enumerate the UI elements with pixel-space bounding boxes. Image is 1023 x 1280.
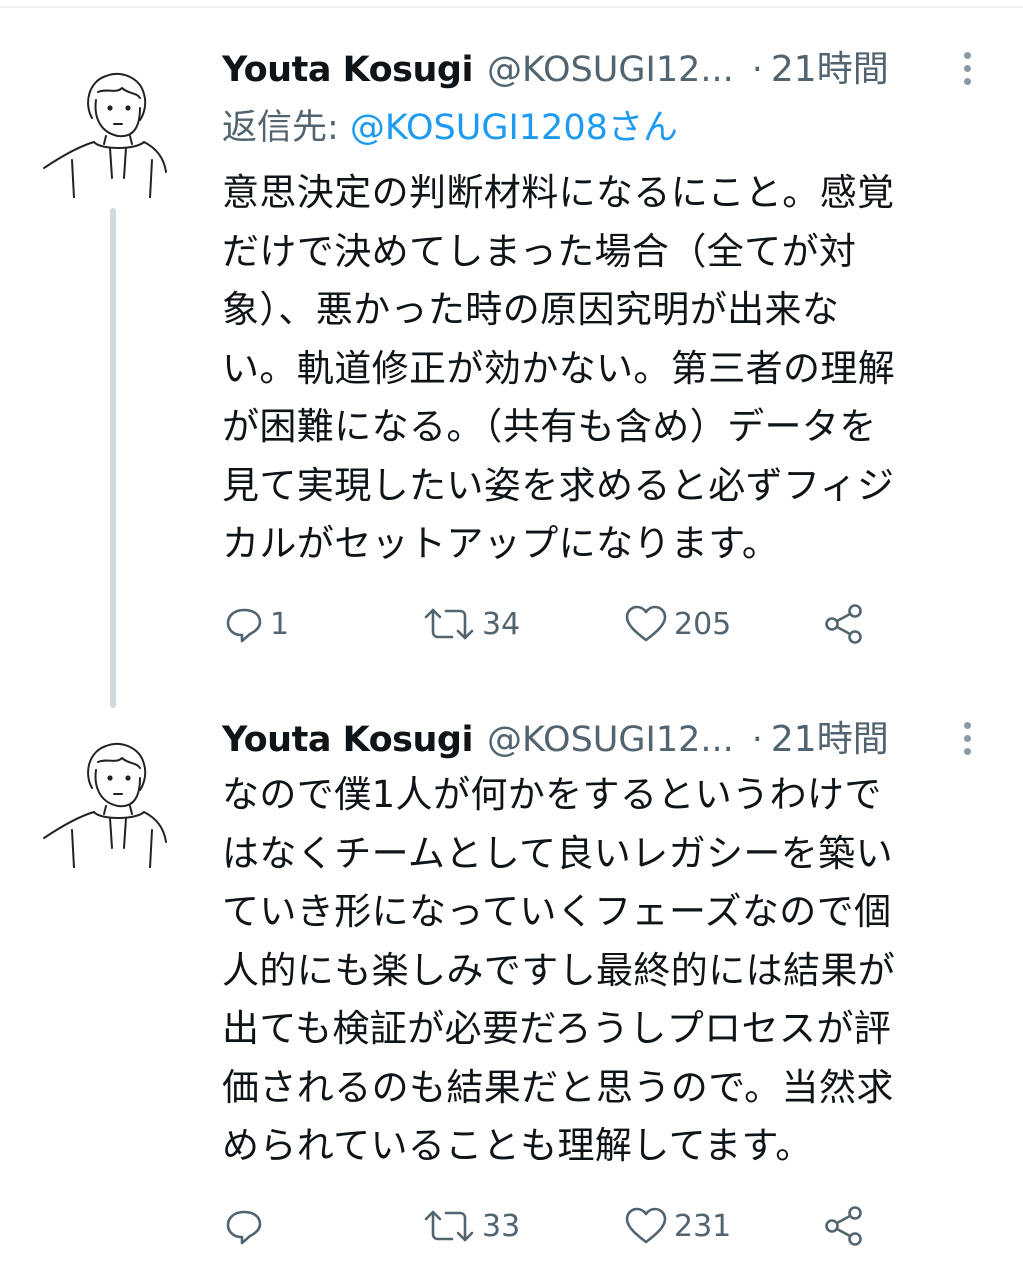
share-icon	[825, 1206, 862, 1246]
retweet-button[interactable]: 33	[422, 1198, 520, 1254]
retweet-button[interactable]: 34	[422, 596, 520, 652]
share-button[interactable]	[822, 1198, 866, 1254]
like-count: 231	[674, 1208, 732, 1244]
reply-icon	[226, 1210, 262, 1245]
separator-dot: ·	[751, 720, 763, 760]
share-button[interactable]	[822, 596, 866, 652]
user-handle[interactable]: @KOSUGI12...	[487, 42, 734, 98]
reply-to-label: 返信先:	[222, 108, 350, 148]
retweet-icon	[424, 1210, 474, 1242]
tweet-text-line: はなくチームとして良いレガシーを築い	[222, 831, 893, 875]
like-button[interactable]: 231	[624, 1198, 731, 1254]
tweet-text-line: い。軌道修正が効かない。第三者の理解	[222, 346, 896, 390]
tweet-text-line: なので僕1人が何かをするというわけで	[222, 773, 882, 816]
tweet[interactable]: Youta Kosugi @KOSUGI12... · 21時間 なので僕1人が…	[0, 700, 1023, 1280]
tweet-text: 意思決定の判断材料になるにこと。感覚 だけで決めてしまった場合（全てが対 象）、…	[222, 164, 1002, 574]
user-handle[interactable]: @KOSUGI12...	[487, 712, 734, 768]
avatar-illustration	[43, 743, 167, 869]
heart-icon	[625, 605, 667, 642]
tweet-text-line: だけで決めてしまった場合（全てが対	[222, 229, 857, 273]
display-name[interactable]: Youta Kosugi	[222, 712, 473, 768]
tweet-text-line: 人的にも楽しみですし最終的には結果が	[222, 948, 896, 992]
display-name[interactable]: Youta Kosugi	[222, 42, 473, 98]
reply-icon	[226, 608, 262, 643]
avatar-illustration	[43, 73, 167, 199]
tweet-text-line: 意思決定の判断材料になるにこと。感覚	[222, 171, 895, 214]
tweet-text-line: が困難になる。（共有も含め）データを	[222, 405, 877, 448]
tweet-text-line: められていることも理解してます。	[222, 1124, 813, 1167]
timestamp[interactable]: 21時間	[771, 712, 889, 768]
more-vertical-icon[interactable]	[952, 714, 982, 762]
reply-count: 1	[270, 606, 290, 642]
tweet-text-line: 出ても検証が必要だろうしプロセスが評	[222, 1007, 892, 1050]
tweet-text: なので僕1人が何かをするというわけで はなくチームとして良いレガシーを築い てい…	[222, 766, 1002, 1176]
tweet-header: Youta Kosugi @KOSUGI12... · 21時間	[222, 712, 992, 768]
retweet-count: 34	[482, 606, 521, 642]
heart-icon	[625, 1207, 667, 1244]
retweet-icon	[424, 608, 474, 640]
retweet-count: 33	[482, 1208, 521, 1244]
share-icon	[825, 604, 862, 644]
tweet-text-line: 価されるのも結果だと思うので。当然求	[222, 1065, 894, 1109]
tweet-text-line: 見て実現したい姿を求めると必ずフィジ	[222, 463, 895, 507]
reply-to-line: 返信先: @KOSUGI1208さん	[222, 100, 678, 156]
reply-button[interactable]	[224, 1198, 270, 1254]
timestamp[interactable]: 21時間	[771, 42, 889, 98]
tweet-actions: 33 231	[224, 1198, 924, 1254]
like-button[interactable]: 205	[624, 596, 731, 652]
tweet-text-line: カルがセットアップになります。	[222, 522, 780, 565]
avatar[interactable]	[40, 48, 170, 199]
separator-dot: ·	[751, 50, 763, 90]
tweet-text-line: ていき形になっていくフェーズなので個	[222, 890, 892, 933]
tweet-header: Youta Kosugi @KOSUGI12... · 21時間	[222, 42, 992, 98]
like-count: 205	[674, 606, 732, 642]
tweet-text-line: 象）、悪かった時の原因究明が出来な	[222, 288, 840, 331]
tweet-actions: 1 34 205	[224, 596, 924, 652]
top-divider	[0, 6, 1023, 8]
reply-button[interactable]: 1	[224, 596, 289, 652]
reply-to-mention[interactable]: @KOSUGI1208さん	[350, 108, 678, 148]
avatar[interactable]	[40, 718, 170, 869]
more-vertical-icon[interactable]	[952, 44, 982, 92]
tweet[interactable]: Youta Kosugi @KOSUGI12... · 21時間 返信先: @K…	[0, 30, 1023, 670]
